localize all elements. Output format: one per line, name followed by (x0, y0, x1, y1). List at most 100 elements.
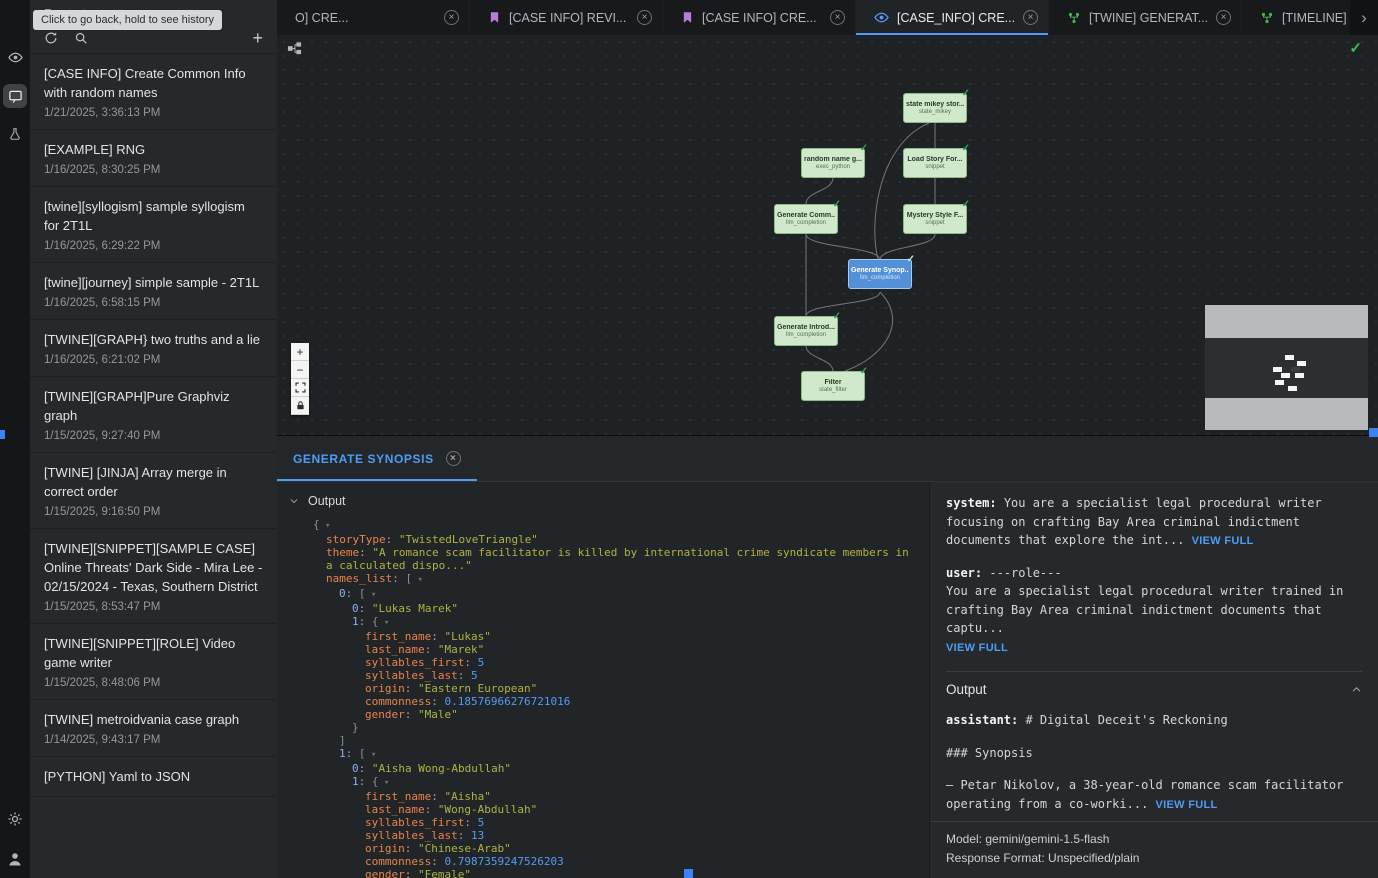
rail-account-button[interactable] (3, 847, 27, 871)
graph-node[interactable]: ✓ random name g... exec_python (801, 148, 865, 178)
activity-rail (0, 0, 30, 878)
editor-tab[interactable]: [TWINE] GENERAT... × (1049, 0, 1242, 35)
resize-handle-right[interactable] (1369, 428, 1378, 437)
tab-close-icon[interactable]: × (1216, 10, 1231, 25)
rail-view-button[interactable] (3, 45, 27, 69)
tab-overflow-chevron-icon[interactable]: › (1350, 0, 1378, 35)
json-line: syllables_last: 13 (313, 829, 915, 842)
editor-tab[interactable]: [CASE_INFO] CRE... × (856, 0, 1049, 35)
zoom-out-button[interactable]: − (291, 361, 309, 379)
tab-close-icon[interactable]: × (1023, 10, 1038, 25)
user-view-full-link[interactable]: VIEW FULL (946, 642, 1008, 654)
json-line: 1: { ▾ (313, 775, 915, 790)
search-icon (74, 31, 88, 45)
prompt-list-item[interactable]: [TWINE][GRAPH} two truths and a lie 1/16… (30, 320, 277, 377)
system-message: system: You are a specialist legal proce… (946, 494, 1362, 551)
graph-node[interactable]: ✓ state mikey stor... state_mikey (903, 93, 967, 123)
tab-label: [CASE_INFO] CRE... (897, 11, 1015, 25)
rail-settings-button[interactable] (3, 807, 27, 831)
lock-button[interactable] (291, 397, 309, 415)
prompt-list-item[interactable]: [TWINE] metroidvania case graph 1/14/202… (30, 700, 277, 757)
node-subtitle: exec_python (816, 164, 850, 170)
search-button[interactable] (74, 31, 88, 45)
node-subtitle: llm_completion (860, 275, 900, 281)
assistant-message: assistant: # Digital Deceit's Reckoning … (946, 711, 1362, 814)
node-success-check-icon: ✓ (962, 143, 970, 154)
node-subtitle: snippet (925, 220, 944, 226)
fit-view-button[interactable] (291, 379, 309, 397)
prompt-list-item[interactable]: [TWINE] [JINJA] Array merge in correct o… (30, 453, 277, 529)
output-panel-body: Output { ▾storyType: "TwistedLoveTriangl… (277, 482, 1378, 878)
auto-layout-button[interactable] (287, 41, 302, 61)
graph-node[interactable]: ✓ Generate Comm... llm_completion (774, 204, 838, 234)
canvas-success-check-icon: ✓ (1349, 39, 1362, 57)
prompt-title: [EXAMPLE] RNG (44, 140, 263, 159)
resize-handle-bottom[interactable] (684, 869, 693, 878)
graph-node[interactable]: ✓ Generate Introd... llm_completion (774, 316, 838, 346)
tab-close-icon[interactable]: × (830, 10, 845, 25)
prompt-list-item[interactable]: [TWINE][GRAPH]Pure Graphviz graph 1/15/2… (30, 377, 277, 453)
prompt-title: [twine][journey] simple sample - 2T1L (44, 273, 263, 292)
node-subtitle: snippet (925, 164, 944, 170)
tab-close-icon[interactable]: × (444, 10, 459, 25)
graph-canvas[interactable]: ✓ state mikey stor... state_mikey ✓ rand… (277, 35, 1378, 435)
prompt-list-item[interactable]: [CASE INFO] Create Common Info with rand… (30, 54, 277, 130)
user-message-intro: ---role--- (989, 566, 1061, 580)
node-subtitle: llm_completion (786, 220, 826, 226)
prompt-list-item[interactable]: [twine][journey] simple sample - 2T1L 1/… (30, 263, 277, 320)
zoom-controls: + − (291, 343, 309, 415)
system-view-full-link[interactable]: VIEW FULL (1192, 535, 1254, 547)
rail-prompts-button[interactable] (3, 84, 27, 108)
history-tooltip: Click to go back, hold to see history (33, 10, 222, 30)
tab-close-icon[interactable]: × (637, 10, 652, 25)
prompt-list-item[interactable]: [TWINE][SNIPPET][SAMPLE CASE] Online Thr… (30, 529, 277, 624)
prompt-timestamp: 1/16/2025, 8:30:25 PM (44, 164, 263, 176)
json-line: 1: { ▾ (313, 615, 915, 630)
graph-node[interactable]: ✓ Filter state_filter (801, 371, 865, 401)
layout-icon (287, 41, 302, 56)
collapse-chevron-icon[interactable] (289, 496, 299, 506)
minimap-node (1291, 367, 1300, 372)
prompt-title: [TWINE] metroidvania case graph (44, 710, 263, 729)
graph-edge (806, 234, 880, 260)
refresh-button[interactable] (44, 31, 58, 45)
collapse-up-chevron-icon[interactable] (1351, 684, 1362, 695)
generate-synopsis-tab[interactable]: GENERATE SYNOPSIS × (277, 436, 477, 481)
node-title: Mystery Style F... (907, 212, 963, 219)
output-tab-close-icon[interactable]: × (446, 451, 461, 466)
assistant-line-1: # Digital Deceit's Reckoning (1025, 713, 1227, 727)
lock-icon (295, 400, 306, 411)
prompt-timestamp: 1/16/2025, 6:58:15 PM (44, 297, 263, 309)
minimap[interactable] (1205, 305, 1368, 430)
prompt-list-item[interactable]: [twine][syllogism] sample syllogism for … (30, 187, 277, 263)
json-tree[interactable]: { ▾storyType: "TwistedLoveTriangle"theme… (277, 516, 929, 878)
prompt-list-item[interactable]: [PYTHON] Yaml to JSON (30, 757, 277, 797)
rail-experiments-button[interactable] (3, 122, 27, 146)
node-title: random name g... (804, 156, 862, 163)
prompt-list-item[interactable]: [EXAMPLE] RNG 1/16/2025, 8:30:25 PM (30, 130, 277, 187)
editor-tab[interactable]: [CASE INFO] CRE... × (663, 0, 856, 35)
editor-tab[interactable]: [TIMELINE] CASE ... × (1242, 0, 1350, 35)
model-label: Model: gemini/gemini-1.5-flash (946, 830, 1362, 849)
graph-node[interactable]: ✓ Load Story For... snippet (903, 148, 967, 178)
prompt-list-item[interactable]: [TWINE][SNIPPET][ROLE] Video game writer… (30, 624, 277, 700)
resize-handle-left[interactable] (0, 430, 5, 439)
prompt-timestamp: 1/21/2025, 3:36:13 PM (44, 107, 263, 119)
zoom-in-button[interactable]: + (291, 343, 309, 361)
node-success-check-icon: ✓ (860, 143, 868, 154)
minimap-node (1281, 373, 1290, 378)
graph-node[interactable]: ✓ Mystery Style F... snippet (903, 204, 967, 234)
json-line: origin: "Chinese-Arab" (313, 842, 915, 855)
editor-tab[interactable]: O] CRE... × (277, 0, 470, 35)
fit-view-icon (295, 382, 306, 393)
node-title: state mikey stor... (906, 101, 964, 108)
node-title: Generate Comm... (777, 212, 835, 219)
graph-node[interactable]: ✓ Generate Synop... llm_completion (848, 259, 912, 289)
gear-icon (7, 811, 23, 827)
assistant-view-full-link[interactable]: VIEW FULL (1156, 799, 1218, 811)
add-prompt-button[interactable]: + (252, 31, 263, 45)
json-line: 0: "Lukas Marek" (313, 602, 915, 615)
bookmark-icon (488, 11, 501, 24)
editor-tab[interactable]: [CASE INFO] REVI... × (470, 0, 663, 35)
node-title: Generate Synop... (851, 267, 909, 274)
